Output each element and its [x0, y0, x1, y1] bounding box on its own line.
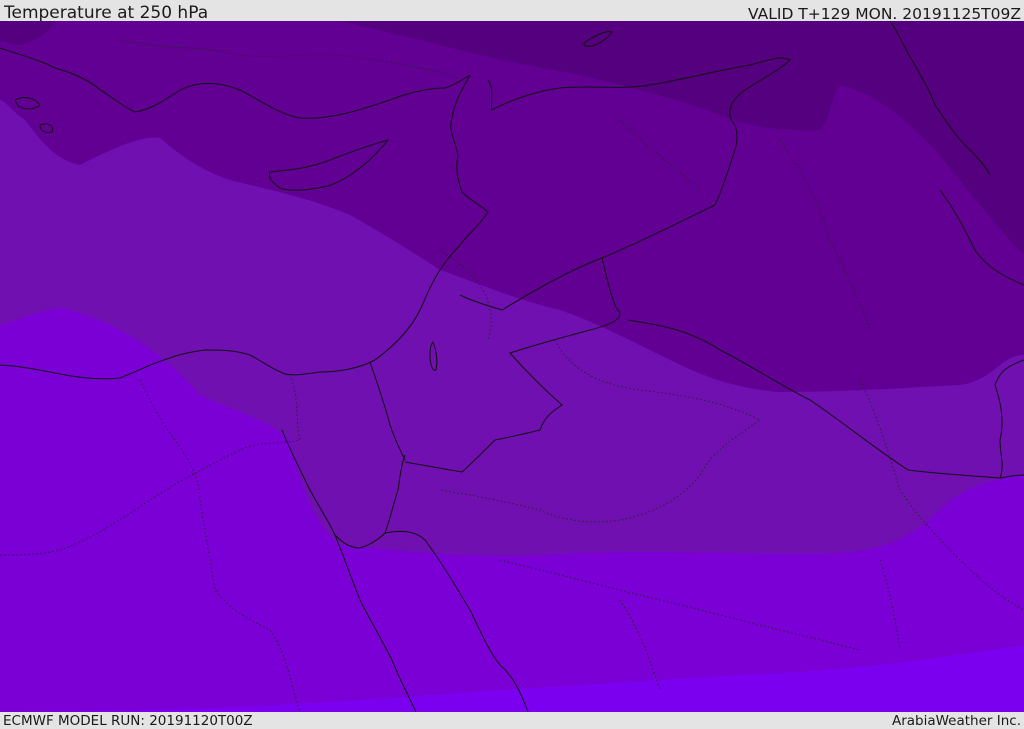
model-run-label: ECMWF MODEL RUN: 20191120T00Z — [3, 713, 253, 729]
map-title: Temperature at 250 hPa — [4, 3, 209, 23]
credit-label: ArabiaWeather Inc. — [891, 713, 1021, 729]
header-bar: Temperature at 250 hPa VALID T+129 MON. … — [0, 0, 1024, 23]
footer-bar: ECMWF MODEL RUN: 20191120T00Z ArabiaWeat… — [0, 712, 1024, 729]
temperature-map — [0, 21, 1024, 712]
